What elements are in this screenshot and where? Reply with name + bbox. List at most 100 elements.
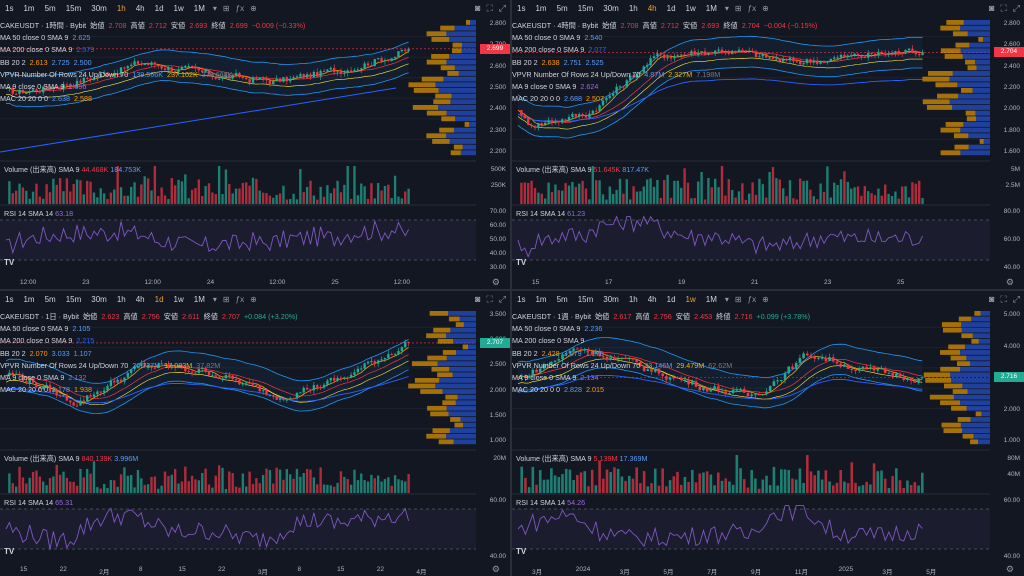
vpvr-bar-up (929, 394, 954, 400)
rsi-value: 63.18 (55, 209, 74, 218)
ma50-legend-row[interactable]: MA 50 close 0 SMA 9 2.236 (512, 323, 810, 335)
vpvr-value-2: 29.479M (676, 360, 705, 370)
ma9-legend-row[interactable]: MA 9 close 0 SMA 9 2.656 (0, 81, 305, 93)
volume-bar (289, 198, 292, 204)
volume-bar (895, 468, 898, 493)
chart-pane-1h[interactable]: 1s 1m 5m 15m 30m 1h 4h 1d 1w 1M ▾ ⊞ ƒx ⊕ ◙ ⛶ ⤢ CAKEUSDT ·… (0, 0, 510, 289)
vpvr-bar-down (449, 54, 476, 59)
bb-legend-row[interactable]: BB 20 2 2.613 2.725 2.500 (0, 57, 305, 69)
volume-bar (272, 483, 275, 493)
fullscreen-icon[interactable]: ⛶ (486, 294, 492, 305)
volume-legend[interactable]: Volume (出来高) SMA 9 840.139K 3.996M (4, 454, 138, 464)
vpvr-bar-down (972, 333, 990, 339)
vpvr-legend-row[interactable]: VPVR Number Of Rows 24 Up/Down 70 4.87M 2.… (512, 69, 817, 81)
mac-legend-row[interactable]: MAC 20 20 0 0 2.178 1.938 (0, 384, 298, 396)
bb-legend-row[interactable]: BB 20 2 2.428 3.679 1.176 (512, 348, 810, 360)
tradingview-logo[interactable]: TV (516, 258, 526, 267)
vpvr-bar-up (435, 93, 452, 99)
vpvr-bar-up (952, 389, 968, 394)
fullscreen-icon[interactable]: ⛶ (1000, 3, 1006, 14)
vpvr-legend-row[interactable]: VPVR Number Of Rows 24 Up/Down 70 33.146M… (512, 360, 810, 372)
ma50-legend-row[interactable]: MA 50 close 0 SMA 9 2.625 (0, 32, 305, 44)
close-value: 2.704 (741, 21, 760, 30)
rsi-legend[interactable]: RSI 14 SMA 14 61.23 (516, 209, 585, 218)
ma9-legend-row[interactable]: MA 9 close 0 SMA 9 2.132 (0, 372, 298, 384)
chart-pane-1w[interactable]: 1s 1m 5m 15m 30m 1h 4h 1d 1w 1M ▾ ⊞ ƒx ⊕ ◙ ⛶ ⤢ CAKEUSDT ·… (512, 291, 1024, 576)
change-value: −0.004 (−0.15%) (763, 21, 818, 30)
volume-bar (703, 199, 707, 204)
volume-bar (153, 476, 157, 493)
candle-body (72, 402, 75, 406)
chart-pane-4h[interactable]: 1s 1m 5m 15m 30m 1h 4h 1d 1w 1M ▾ ⊞ ƒx ⊕ ◙ ⛶ ⤢ CAKEUSDT ·… (512, 0, 1024, 289)
vpvr-legend-row[interactable]: VPVR Number Of Rows 24 Up/Down 70 20.737M… (0, 360, 298, 372)
candle-body (564, 119, 567, 121)
rsi-legend[interactable]: RSI 14 SMA 14 54.26 (516, 498, 585, 507)
maximize-icon[interactable]: ⤢ (499, 294, 506, 305)
volume-bar (160, 187, 163, 204)
time-axis[interactable]: 15 17 19 21 23 25 (512, 278, 990, 288)
ma200-legend-row[interactable]: MA 200 close 0 SMA 9 2.579 (0, 44, 305, 56)
volume-bar (343, 184, 346, 204)
candle-body (356, 368, 360, 373)
mac-value-2: 2.015 (585, 385, 604, 395)
settings-gear-icon[interactable]: ⚙ (492, 564, 500, 575)
mac-legend-row[interactable]: MAC 20 20 0 0 2.688 2.507 (512, 93, 817, 105)
chart-pane-1d[interactable]: 1s 1m 5m 15m 30m 1h 4h 1d 1w 1M ▾ ⊞ ƒx ⊕ ◙ ⛶ ⤢ CAKEUSDT ·… (0, 291, 510, 576)
mac-value-1: 2.178 (51, 385, 70, 395)
ma200-legend-row[interactable]: MA 200 close 0 SMA 9 (512, 335, 810, 347)
mac-legend-row[interactable]: MAC 20 20 0 0 2.828 2.015 (512, 384, 810, 396)
vpvr-legend-row[interactable]: VPVR Number Of Rows 24 Up/Down 70 139.566… (0, 69, 305, 81)
volume-legend[interactable]: Volume (出来高) SMA 9 44.468K 184.753K (4, 165, 141, 175)
candle-body (809, 355, 813, 358)
volume-legend[interactable]: Volume (出来高) SMA 9 51.645K 817.47K (516, 165, 649, 175)
volume-bar (598, 180, 601, 204)
volume-bar (587, 486, 590, 493)
settings-gear-icon[interactable]: ⚙ (1006, 277, 1014, 288)
maximize-icon[interactable]: ⤢ (499, 3, 506, 14)
volume-bar (724, 195, 727, 204)
fullscreen-icon[interactable]: ⛶ (1000, 294, 1006, 305)
volume-bar (579, 472, 583, 493)
ma200-legend-row[interactable]: MA 200 close 0 SMA 9 2.215 (0, 335, 298, 347)
ma200-legend-row[interactable]: MA 200 close 0 SMA 9 2.077 (512, 44, 817, 56)
bb-legend-row[interactable]: BB 20 2 2.070 3.033 1.107 (0, 348, 298, 360)
volume-bar (299, 169, 302, 204)
volume-legend[interactable]: Volume (出来高) SMA 9 5.139M 17.369M (516, 454, 647, 464)
volume-bar (813, 475, 817, 493)
volume-bar (698, 473, 702, 493)
time-axis[interactable]: 3月 2024 3月 5月 7月 9月 11月 2025 3月 5月 (512, 565, 990, 576)
time-axis[interactable]: 15 22 2月 8 15 22 3月 8 15 22 4月 (0, 565, 476, 576)
mac-legend-row[interactable]: MAC 20 20 0 0 2.638 2.588 (0, 93, 305, 105)
ma9-legend-row[interactable]: MA 9 close 0 SMA 9 2.134 (512, 372, 810, 384)
tradingview-logo[interactable]: TV (4, 258, 14, 267)
ma9-legend-row[interactable]: MA 9 close 0 SMA 9 2.624 (512, 81, 817, 93)
ma50-legend-row[interactable]: MA 50 close 0 SMA 9 2.105 (0, 323, 298, 335)
volume-bar (872, 463, 876, 493)
rsi-legend[interactable]: RSI 14 SMA 14 65.31 (4, 498, 73, 507)
maximize-icon[interactable]: ⤢ (1013, 294, 1020, 305)
volume-bar (173, 185, 177, 204)
volume-bar (197, 179, 201, 204)
fullscreen-icon[interactable]: ⛶ (486, 3, 492, 14)
volume-bar (561, 190, 564, 204)
volume-bar (805, 180, 809, 204)
maximize-icon[interactable]: ⤢ (1013, 3, 1020, 14)
bb-legend-row[interactable]: BB 20 2 2.638 2.751 2.525 (512, 57, 817, 69)
price-axis[interactable]: 2.800 2.600 2.400 2.200 2.000 1.800 1.600 (992, 16, 1024, 160)
settings-gear-icon[interactable]: ⚙ (1006, 564, 1014, 575)
rsi-axis-label: 60.00 (489, 497, 506, 504)
volume-bar (8, 473, 11, 493)
vpvr-bar-up (430, 411, 449, 417)
tradingview-logo[interactable]: TV (4, 547, 14, 556)
volume-bar (902, 487, 906, 493)
price-axis[interactable]: 3.5003.0002.5002.0001.5001.000 (478, 307, 510, 449)
volume-bar (366, 198, 370, 204)
volume-bar (248, 185, 251, 204)
time-axis[interactable]: 12:00 23 12:00 24 12:00 25 12:00 (0, 278, 476, 288)
settings-gear-icon[interactable]: ⚙ (492, 277, 500, 288)
ma50-legend-row[interactable]: MA 50 close 0 SMA 9 2.540 (512, 32, 817, 44)
rsi-legend[interactable]: RSI 14 SMA 14 63.18 (4, 209, 73, 218)
tradingview-logo[interactable]: TV (516, 547, 526, 556)
volume-bar (407, 188, 410, 204)
price-axis[interactable]: 2.8002.7002.6002.5002.4002.3002.200 (478, 16, 510, 160)
